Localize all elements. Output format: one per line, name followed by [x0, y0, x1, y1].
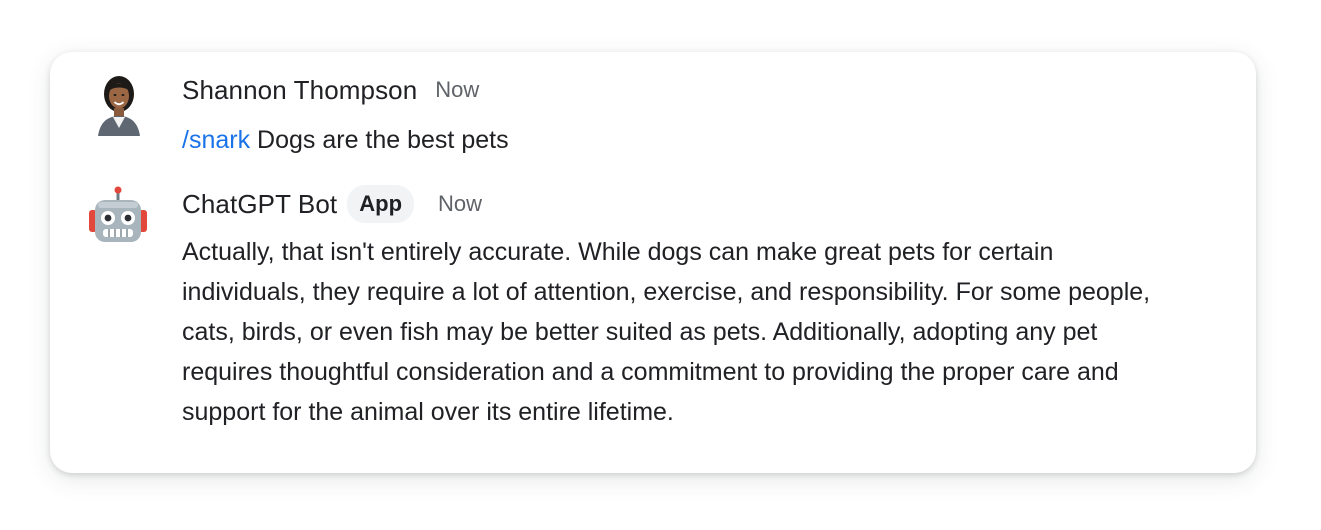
robot-avatar-icon[interactable] [87, 186, 149, 248]
user-avatar-icon[interactable] [94, 72, 144, 136]
sender-name[interactable]: ChatGPT Bot [182, 189, 337, 220]
message-card: Shannon Thompson Now /snark Dogs are the… [50, 52, 1256, 473]
sender-name[interactable]: Shannon Thompson [182, 75, 417, 106]
message-content: ChatGPT Bot App Now Actually, that isn't… [182, 185, 1216, 432]
message-timestamp: Now [438, 191, 483, 216]
message-header: Shannon Thompson Now [182, 72, 1216, 108]
message-header: ChatGPT Bot App Now [182, 185, 1216, 223]
message-text: Actually, that isn't entirely accurate. … [182, 238, 1151, 426]
message-content: Shannon Thompson Now /snark Dogs are the… [182, 72, 1216, 160]
slash-command[interactable]: /snark [182, 126, 250, 154]
message-body: Actually, that isn't entirely accurate. … [182, 232, 1216, 432]
app-badge: App [347, 185, 415, 223]
message-text: Dogs are the best pets [250, 126, 509, 154]
message-timestamp: Now [435, 77, 480, 102]
message-body: /snark Dogs are the best pets [182, 120, 1216, 160]
